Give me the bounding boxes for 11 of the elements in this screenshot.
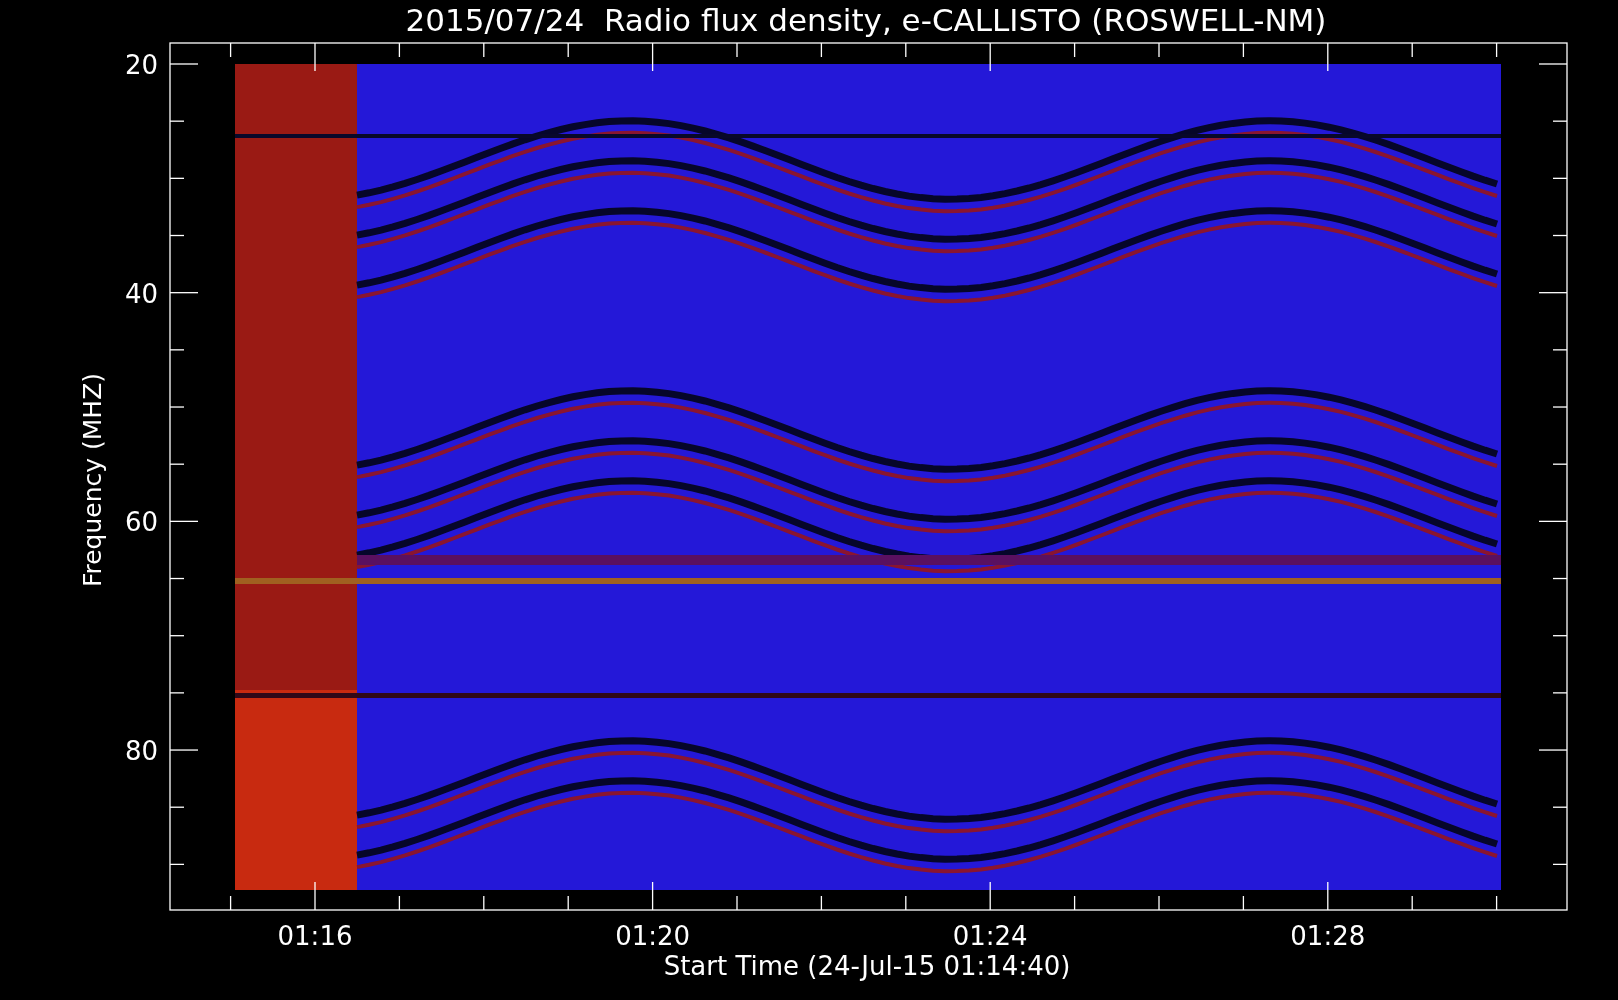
x-tick-label: 01:16 — [277, 921, 353, 951]
x-tick-label: 01:20 — [615, 921, 691, 951]
x-axis-label: Start Time (24-Jul-15 01:14:40) — [663, 951, 1071, 981]
y-tick-label: 60 — [124, 507, 158, 538]
x-tick-label: 01:28 — [1290, 921, 1366, 951]
chart-title: 2015/07/24 Radio flux density, e-CALLISTO (ROSWELL-NM) — [405, 2, 1327, 38]
y-axis-label: Frequency (MHZ) — [78, 372, 107, 588]
y-tick-label: 20 — [124, 50, 158, 80]
y-tick-label: 40 — [124, 278, 158, 309]
x-tick-label: 01:24 — [952, 921, 1028, 951]
y-tick-label: 80 — [124, 736, 158, 767]
